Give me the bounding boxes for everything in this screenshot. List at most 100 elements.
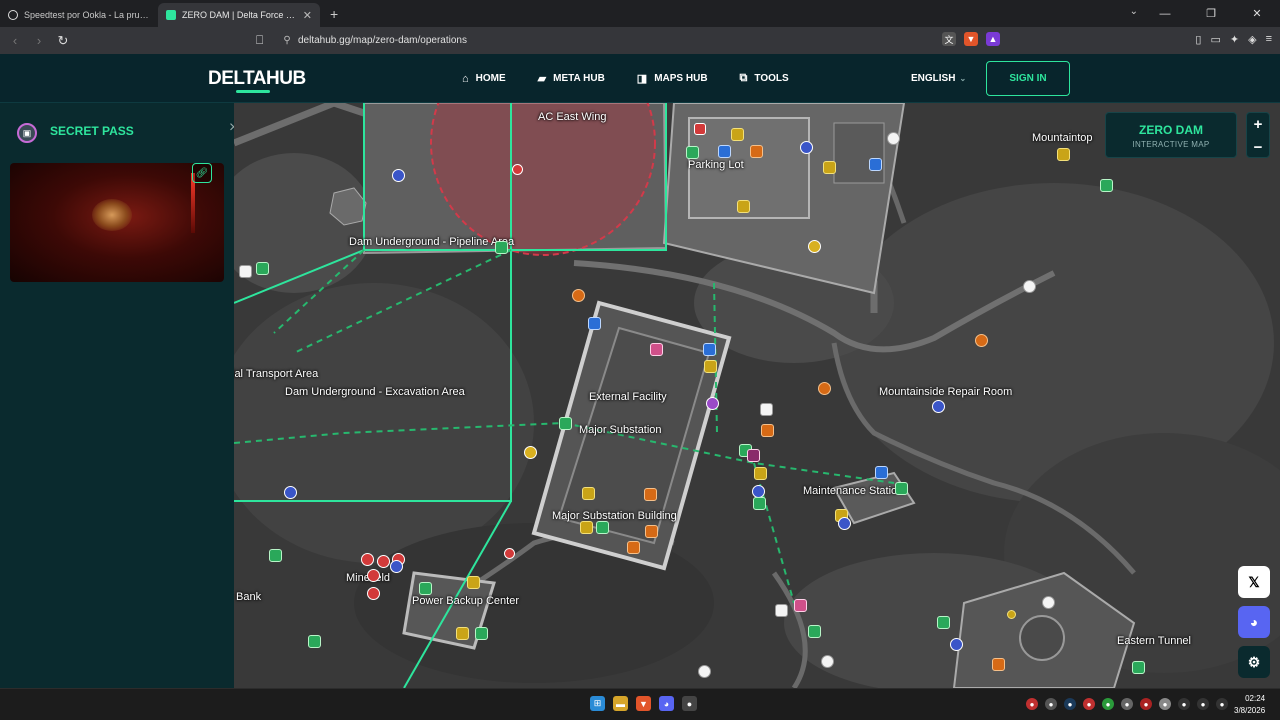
map-label-bank[interactable]: Bank — [236, 591, 261, 603]
crate-icon[interactable] — [731, 128, 744, 141]
crate-icon[interactable] — [737, 200, 750, 213]
site-info-icon[interactable]: ⚲ — [276, 35, 298, 46]
extract-icon[interactable] — [1100, 179, 1113, 192]
key-icon[interactable] — [775, 604, 788, 617]
key-icon[interactable] — [821, 655, 834, 668]
secret-pass-marker-icon[interactable] — [650, 343, 663, 356]
loot-orange-icon[interactable] — [645, 525, 658, 538]
ticket-icon[interactable] — [1042, 596, 1055, 609]
deltahub-logo[interactable]: DELTAHUB — [208, 68, 306, 93]
map-label-power-backup-center[interactable]: Power Backup Center — [412, 595, 519, 607]
wifi-icon[interactable]: ● — [1197, 698, 1209, 710]
map-label-pipeline-area[interactable]: Dam Underground - Pipeline Area — [349, 236, 514, 248]
ticket-icon[interactable] — [887, 132, 900, 145]
nav-tools[interactable]: ⧉ TOOLS — [740, 72, 789, 85]
tray-app-icon[interactable]: ● — [1045, 698, 1057, 710]
address-bar[interactable]: ⎕ ⚲ deltahub.gg/map/zero-dam/operations … — [256, 30, 1000, 51]
loot-circle-icon[interactable] — [838, 517, 851, 530]
sign-in-button[interactable]: SIGN IN — [986, 61, 1070, 96]
start-icon[interactable]: ⊞ — [590, 696, 605, 711]
container-icon[interactable] — [686, 146, 699, 159]
xbox-icon[interactable]: ● — [1102, 698, 1114, 710]
reload-icon[interactable]: ↻ — [52, 33, 74, 49]
danger-icon[interactable] — [512, 164, 523, 175]
container-icon[interactable] — [495, 241, 508, 254]
loot-orange-icon[interactable] — [627, 541, 640, 554]
crate-icon[interactable] — [1057, 148, 1070, 161]
loot-circle-icon[interactable] — [392, 169, 405, 182]
computer-icon[interactable] — [703, 343, 716, 356]
minefield-icon[interactable] — [367, 569, 380, 582]
map-label-substation-building[interactable]: Major Substation Building — [552, 510, 677, 522]
ticket-icon[interactable] — [698, 665, 711, 678]
forward-icon[interactable]: › — [28, 33, 50, 48]
map-label-mountainside-repair-room[interactable]: Mountainside Repair Room — [879, 386, 1012, 398]
loot-circle-icon[interactable] — [800, 141, 813, 154]
computer-icon[interactable] — [718, 145, 731, 158]
volume-icon[interactable]: ● — [1216, 698, 1228, 710]
system-clock[interactable]: 02:24 3/8/2026 — [1234, 693, 1265, 717]
coin-icon[interactable] — [1007, 610, 1016, 619]
extract-icon[interactable] — [559, 417, 572, 430]
leo-icon[interactable]: ✦ — [1230, 33, 1239, 46]
safe-icon[interactable] — [588, 317, 601, 330]
brave-shield-icon[interactable]: ▼ — [964, 32, 978, 46]
tray-app-icon[interactable]: ● — [1121, 698, 1133, 710]
map-label-transport-area[interactable]: ial Transport Area — [234, 368, 318, 380]
danger-icon[interactable] — [694, 123, 706, 135]
nav-home[interactable]: ⌂ HOME — [462, 72, 506, 85]
container-icon[interactable] — [269, 549, 282, 562]
map-label-maintenance-station[interactable]: Maintenance Station — [803, 485, 903, 497]
tray-app-icon[interactable]: ● — [1026, 698, 1038, 710]
microphone-icon[interactable]: ● — [1178, 698, 1190, 710]
vault-icon[interactable] — [794, 599, 807, 612]
loot-orange-icon[interactable] — [644, 488, 657, 501]
loot-circle-icon[interactable] — [284, 486, 297, 499]
loot-circle-icon[interactable] — [950, 638, 963, 651]
container-icon[interactable] — [937, 616, 950, 629]
x-social-icon[interactable]: 𝕏 — [1238, 566, 1270, 598]
map-label-excavation-area[interactable]: Dam Underground - Excavation Area — [285, 386, 465, 398]
link-icon[interactable]: 🔗︎ — [192, 163, 212, 183]
crate-icon[interactable] — [754, 467, 767, 480]
container-icon[interactable] — [753, 497, 766, 510]
vpn-icon[interactable]: ◈ — [1248, 33, 1256, 46]
ticket-icon[interactable] — [1023, 280, 1036, 293]
map-label-ac-east-wing[interactable]: AC East Wing — [538, 111, 606, 123]
minefield-icon[interactable] — [367, 587, 380, 600]
minefield-icon[interactable] — [377, 555, 390, 568]
tab-zero-dam[interactable]: ZERO DAM | Delta Force Interact ✕ — [158, 3, 320, 27]
app-icon[interactable]: ● — [682, 696, 697, 711]
minefield-icon[interactable] — [361, 553, 374, 566]
brave-rewards-icon[interactable]: ▲ — [986, 32, 1000, 46]
extract-icon[interactable] — [1132, 661, 1145, 674]
crate-icon[interactable] — [467, 576, 480, 589]
loot-orange-icon[interactable] — [572, 289, 585, 302]
tab-speedtest[interactable]: Speedtest por Ookla - La prueba de — [0, 3, 158, 27]
zoom-in-button[interactable]: + — [1247, 113, 1269, 136]
minimize-icon[interactable]: — — [1142, 0, 1188, 27]
zoom-out-button[interactable]: − — [1247, 136, 1269, 159]
loot-circle-icon[interactable] — [808, 240, 821, 253]
translate-icon[interactable]: 文 — [942, 32, 956, 46]
wallet-icon[interactable]: ▭ — [1210, 33, 1220, 46]
loot-orange-icon[interactable] — [750, 145, 763, 158]
close-tab-icon[interactable]: ✕ — [303, 9, 312, 22]
loot-orange-icon[interactable] — [761, 424, 774, 437]
nav-meta-hub[interactable]: ▰ META HUB — [538, 72, 605, 85]
extract-icon[interactable] — [596, 521, 609, 534]
maximize-icon[interactable]: ❐ — [1188, 0, 1234, 27]
extract-icon[interactable] — [256, 262, 269, 275]
back-icon[interactable]: ‹ — [4, 33, 26, 48]
crate-icon[interactable] — [456, 627, 469, 640]
bookmark-icon[interactable]: ⎕ — [256, 33, 276, 48]
map-label-parking-lot[interactable]: Parking Lot — [688, 159, 744, 171]
settings-gear-icon[interactable]: ⚙ — [1238, 646, 1270, 678]
tray-app-icon[interactable]: ● — [1140, 698, 1152, 710]
tray-app-icon[interactable]: ● — [1083, 698, 1095, 710]
loot-circle-icon[interactable] — [390, 560, 403, 573]
discord-icon[interactable]: ◕ — [1238, 606, 1270, 638]
file-explorer-icon[interactable]: ▬ — [613, 696, 628, 711]
steam-icon[interactable]: ● — [1064, 698, 1076, 710]
sidebar-icon[interactable]: ▯ — [1195, 33, 1201, 46]
